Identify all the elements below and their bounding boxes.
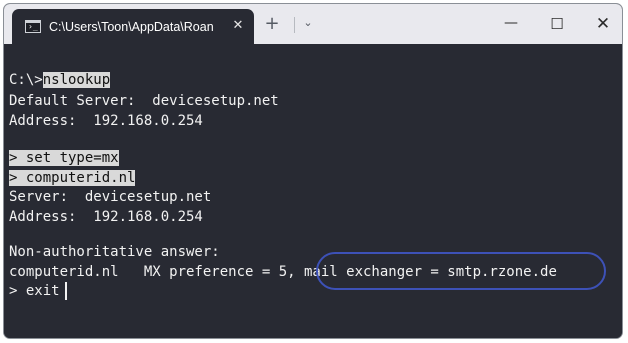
terminal-output[interactable]: C:\>nslookup Default Server: devicesetup…: [4, 44, 622, 338]
address-line: Address: 192.168.0.254: [9, 209, 203, 225]
prompt-glyph: ›_: [28, 22, 38, 31]
selected-command: nslookup: [42, 72, 111, 88]
terminal-tab[interactable]: ›_ C:\Users\Toon\AppData\Roan ✕: [12, 9, 254, 44]
close-window-button[interactable]: ✕: [580, 4, 622, 44]
tab-title: C:\Users\Toon\AppData\Roan: [49, 20, 214, 34]
terminal-icon: ›_: [25, 20, 41, 33]
selected-command: > set type=mx: [9, 150, 119, 166]
tab-separator: [294, 17, 295, 33]
close-tab-icon[interactable]: ✕: [230, 18, 246, 34]
minimize-button[interactable]: —: [488, 4, 534, 44]
prompt-path: C:\>: [9, 72, 43, 88]
non-authoritative-answer-line: Non-authoritative answer:: [9, 244, 220, 260]
highlight-oval: [316, 252, 606, 290]
chevron-down-icon[interactable]: ⌄: [301, 16, 315, 30]
domain-command: > computerid.nl: [9, 168, 136, 188]
new-tab-button[interactable]: +: [263, 15, 281, 33]
set-type-command: > set type=mx: [9, 148, 119, 168]
text-cursor: [65, 282, 67, 300]
command-line-nslookup: C:\>nslookup: [9, 70, 111, 90]
terminal-window: ›_ C:\Users\Toon\AppData\Roan ✕ + ⌄ — ☐ …: [3, 3, 623, 339]
default-server-line: Default Server: devicesetup.net: [9, 93, 279, 109]
address-line: Address: 192.168.0.254: [9, 113, 203, 129]
maximize-button[interactable]: ☐: [534, 4, 580, 44]
selected-command: > computerid.nl: [9, 170, 136, 186]
title-bar[interactable]: ›_ C:\Users\Toon\AppData\Roan ✕ + ⌄ — ☐ …: [4, 4, 622, 44]
server-line: Server: devicesetup.net: [9, 189, 212, 205]
exit-command-line: > exit: [9, 283, 60, 299]
